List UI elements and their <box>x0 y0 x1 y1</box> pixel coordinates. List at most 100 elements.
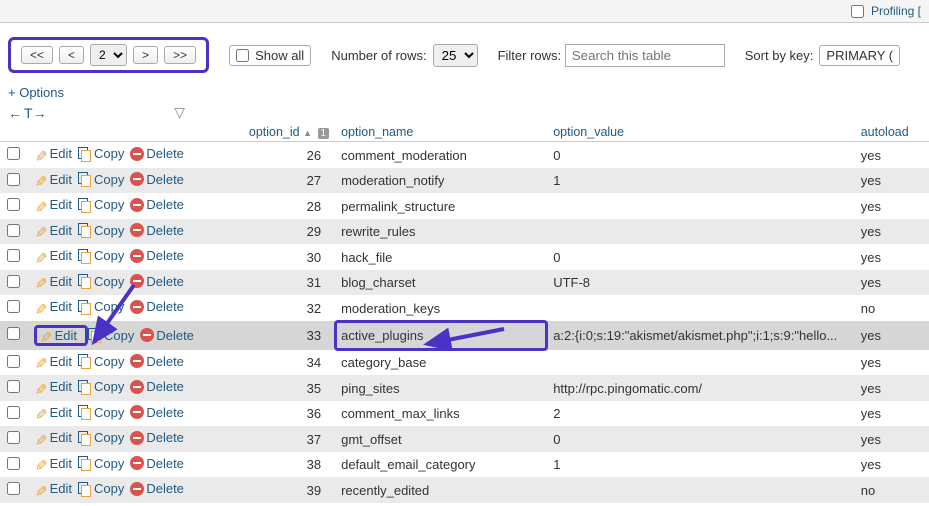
edit-button[interactable]: Edit <box>34 197 72 212</box>
copy-button[interactable]: Copy <box>78 456 124 471</box>
cell-autoload: yes <box>855 350 929 376</box>
copy-button[interactable]: Copy <box>78 299 124 314</box>
row-checkbox[interactable] <box>7 482 20 495</box>
copy-button-label: Copy <box>94 379 124 394</box>
page-select[interactable]: 2 <box>90 44 127 66</box>
delete-button[interactable]: Delete <box>130 197 184 212</box>
cell-option-name: rewrite_rules <box>335 219 547 245</box>
cell-option-id: 30 <box>221 244 336 270</box>
edit-button[interactable]: Edit <box>34 223 72 238</box>
cell-option-value: 2 <box>547 401 855 427</box>
next-page-button[interactable]: > <box>133 46 158 64</box>
delete-icon <box>130 300 144 314</box>
filter-input[interactable] <box>565 44 725 67</box>
row-actions: Edit Copy Delete <box>28 193 221 219</box>
copy-button[interactable]: Copy <box>88 328 134 343</box>
copy-button[interactable]: Copy <box>78 481 124 496</box>
row-checkbox[interactable] <box>7 249 20 262</box>
row-checkbox[interactable] <box>7 224 20 237</box>
copy-button[interactable]: Copy <box>78 379 124 394</box>
delete-button[interactable]: Delete <box>130 456 184 471</box>
copy-icon <box>78 223 92 237</box>
copy-button[interactable]: Copy <box>78 274 124 289</box>
delete-button-label: Delete <box>146 172 184 187</box>
prev-page-button[interactable]: < <box>59 46 84 64</box>
edit-button[interactable]: Edit <box>34 146 72 161</box>
edit-button[interactable]: Edit <box>34 379 72 394</box>
delete-button[interactable]: Delete <box>130 430 184 445</box>
last-page-button[interactable]: >> <box>164 46 196 64</box>
row-checkbox[interactable] <box>7 327 20 340</box>
edit-button[interactable]: Edit <box>34 172 72 187</box>
edit-button[interactable]: Edit <box>34 299 72 314</box>
delete-button[interactable]: Delete <box>130 223 184 238</box>
copy-button-label: Copy <box>94 274 124 289</box>
col-option-name[interactable]: option_name <box>335 123 547 142</box>
delete-button[interactable]: Delete <box>130 248 184 263</box>
num-rows-select[interactable]: 25 <box>433 44 478 67</box>
delete-icon <box>130 223 144 237</box>
delete-button[interactable]: Delete <box>130 379 184 394</box>
row-checkbox[interactable] <box>7 198 20 211</box>
col-left-icon[interactable]: ← <box>8 105 22 121</box>
delete-icon <box>130 249 144 263</box>
cell-autoload: yes <box>855 244 929 270</box>
copy-button[interactable]: Copy <box>78 197 124 212</box>
table-row: EditCopyDelete32moderation_keysno <box>0 295 929 321</box>
edit-button[interactable]: Edit <box>34 430 72 445</box>
col-right-icon[interactable]: → <box>33 105 47 121</box>
edit-button[interactable]: Edit <box>34 456 72 471</box>
row-checkbox[interactable] <box>7 300 20 313</box>
profiling-checkbox[interactable] <box>851 5 864 18</box>
row-checkbox[interactable] <box>7 431 20 444</box>
col-option-value[interactable]: option_value <box>547 123 855 142</box>
edit-button[interactable]: Edit <box>34 248 72 263</box>
delete-icon <box>130 405 144 419</box>
show-all-checkbox[interactable] <box>236 49 249 62</box>
cell-option-value: 0 <box>547 244 855 270</box>
col-autoload[interactable]: autoload <box>855 123 929 142</box>
row-checkbox[interactable] <box>7 147 20 160</box>
copy-button[interactable]: Copy <box>78 223 124 238</box>
row-checkbox[interactable] <box>7 457 20 470</box>
delete-button[interactable]: Delete <box>130 481 184 496</box>
delete-button[interactable]: Delete <box>130 274 184 289</box>
row-checkbox[interactable] <box>7 173 20 186</box>
delete-button[interactable]: Delete <box>130 299 184 314</box>
edit-button[interactable]: Edit <box>34 481 72 496</box>
copy-button[interactable]: Copy <box>78 354 124 369</box>
col-dropdown-icon[interactable]: ▽ <box>174 104 185 121</box>
copy-button[interactable]: Copy <box>78 248 124 263</box>
cell-option-name: recently_edited <box>335 477 547 503</box>
edit-button[interactable]: Edit <box>34 274 72 289</box>
col-option-id[interactable]: option_id ▲ 1 <box>221 123 336 142</box>
delete-button[interactable]: Delete <box>130 354 184 369</box>
options-link[interactable]: + Options <box>0 81 72 104</box>
copy-button[interactable]: Copy <box>78 405 124 420</box>
row-checkbox[interactable] <box>7 380 20 393</box>
cell-option-name: comment_max_links <box>335 401 547 427</box>
first-page-button[interactable]: << <box>21 46 53 64</box>
copy-button-label: Copy <box>94 146 124 161</box>
edit-button[interactable]: Edit <box>34 354 72 369</box>
delete-button[interactable]: Delete <box>130 172 184 187</box>
copy-button[interactable]: Copy <box>78 146 124 161</box>
copy-button[interactable]: Copy <box>78 430 124 445</box>
row-checkbox[interactable] <box>7 355 20 368</box>
delete-icon <box>130 482 144 496</box>
row-checkbox[interactable] <box>7 275 20 288</box>
cell-autoload: yes <box>855 426 929 452</box>
row-checkbox[interactable] <box>7 406 20 419</box>
show-all-control[interactable]: Show all <box>229 45 311 66</box>
sort-by-select[interactable]: PRIMARY ( <box>819 45 900 66</box>
delete-button[interactable]: Delete <box>140 328 194 343</box>
col-expand-icon[interactable]: T <box>24 105 31 121</box>
copy-button[interactable]: Copy <box>78 172 124 187</box>
table-row: EditCopyDelete31blog_charsetUTF-8yes <box>0 270 929 296</box>
delete-button[interactable]: Delete <box>130 405 184 420</box>
edit-button[interactable]: Edit <box>39 328 77 343</box>
edit-button[interactable]: Edit <box>34 405 72 420</box>
edit-button-label: Edit <box>50 274 72 289</box>
table-row: EditCopyDelete28permalink_structureyes <box>0 193 929 219</box>
delete-button[interactable]: Delete <box>130 146 184 161</box>
